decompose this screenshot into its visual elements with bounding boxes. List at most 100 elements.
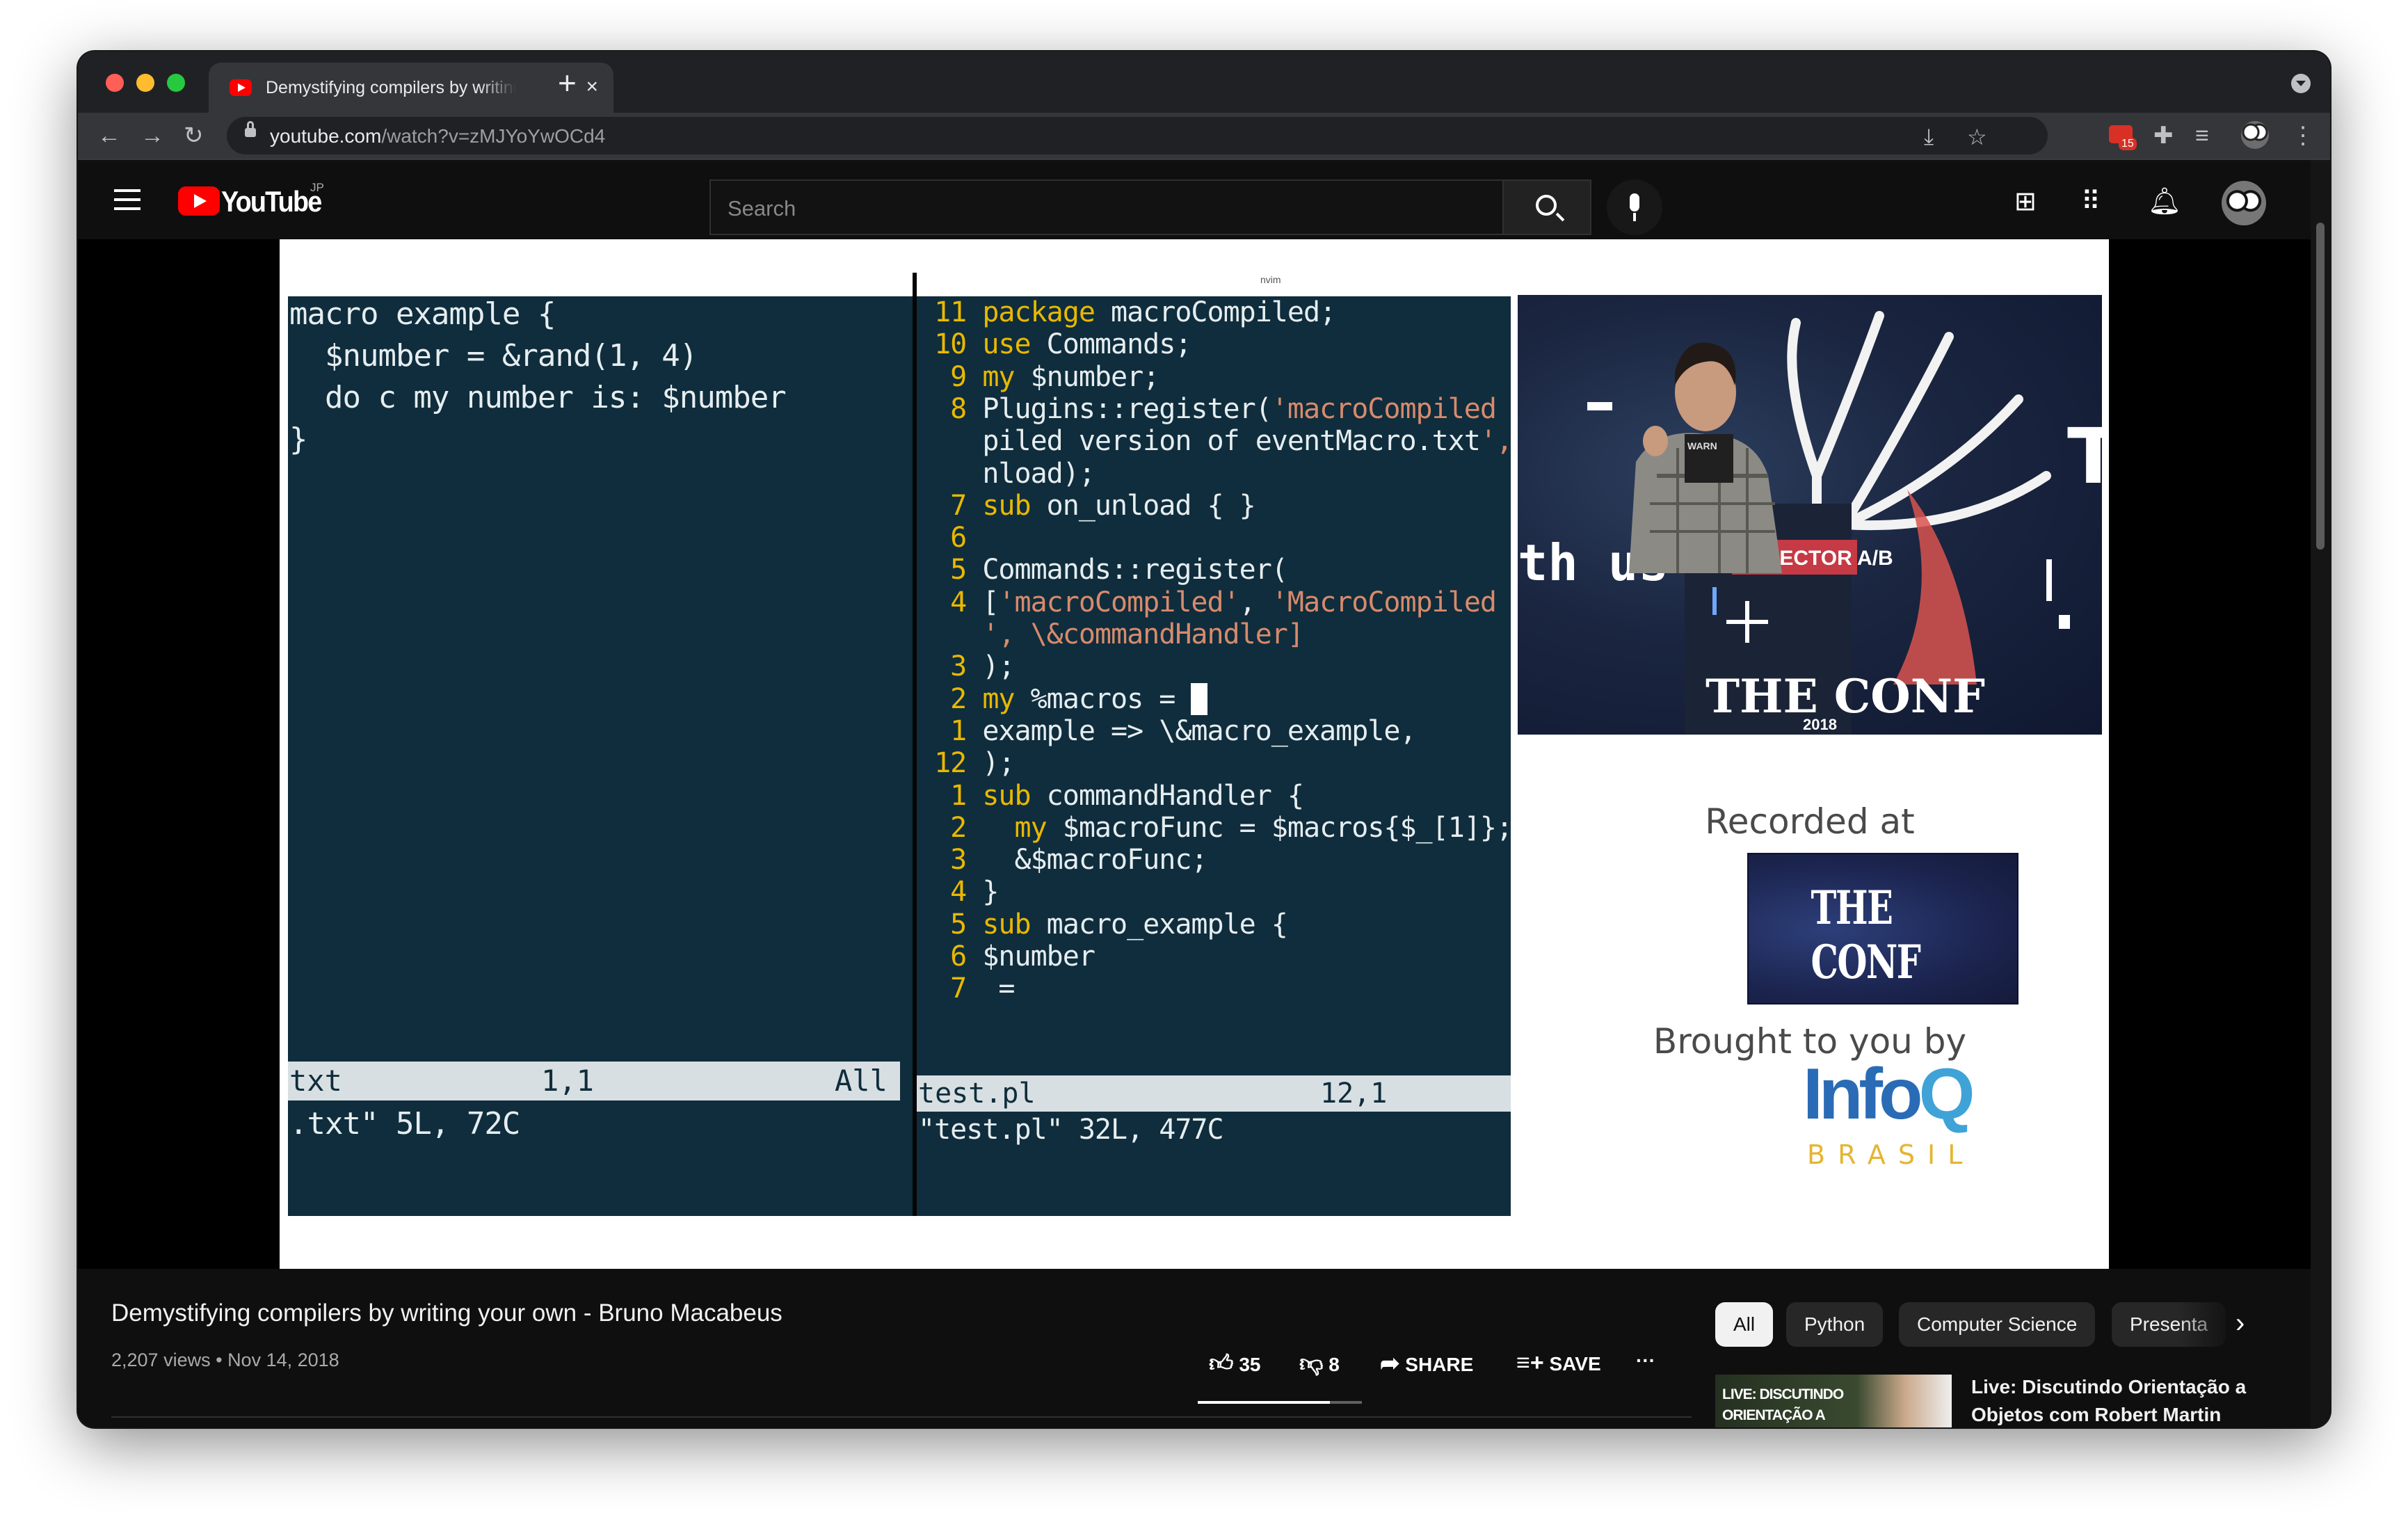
right-code-line: 9 my $number;: [918, 360, 1159, 393]
right-code-line: 3 &$macroFunc;: [918, 844, 1207, 876]
right-code-line: 10 use Commands;: [918, 328, 1191, 361]
speaker-stage-image: SELECTOR A/B THE CONF 2018 th us TI WARN: [1518, 311, 2102, 735]
youtube-header: YouTube JP Search ⊞ ⠿ 🔔︎: [78, 160, 2330, 239]
browser-window: Demystifying compilers by writing your o…: [78, 51, 2330, 1427]
svg-text:WARN: WARN: [1687, 440, 1717, 451]
search-input[interactable]: Search: [709, 179, 1502, 235]
right-code-line: 7 =: [918, 972, 1015, 1005]
right-code-line: 7 sub on_unload { }: [918, 489, 1256, 522]
video-info-area: Demystifying compilers by writing your o…: [78, 1269, 2311, 1427]
youtube-logo-text[interactable]: YouTube: [221, 185, 322, 218]
install-app-icon[interactable]: ⤓: [1924, 124, 1934, 150]
the-conf-logo: THE CONF: [1747, 853, 2018, 1004]
browser-toolbar: ← → ↻ youtube.com/watch?v=zMJYoYwOCd4 ⤓ …: [78, 113, 2330, 160]
thumbs-up-icon: 👍︎: [1209, 1350, 1234, 1377]
like-ratio-bar: [1198, 1401, 1362, 1404]
chevron-right-icon[interactable]: ›: [2236, 1308, 2245, 1339]
chip-all[interactable]: All: [1715, 1302, 1774, 1347]
right-code-line: 1 sub commandHandler {: [918, 779, 1304, 812]
left-code-line: do c my number is: $number: [289, 380, 787, 415]
page-scrollbar[interactable]: [2311, 160, 2330, 1427]
video-title: Demystifying compilers by writing your o…: [111, 1299, 782, 1327]
browser-menu-icon[interactable]: ⋮: [2291, 120, 2315, 152]
terminal-screenshot: nvim macro example { $number = &rand(1, …: [288, 273, 1511, 1216]
maximize-window-button[interactable]: [167, 74, 185, 92]
right-code-line: 6: [918, 522, 983, 554]
right-code-line: 5 Commands::register(: [918, 554, 1288, 586]
right-code-line: 4 }: [918, 876, 999, 908]
infoq-logo: InfoQ: [1803, 1054, 1975, 1135]
new-tab-button[interactable]: +: [558, 67, 577, 99]
right-code-line: ', \&commandHandler]: [982, 618, 1304, 650]
url-text: youtube.com/watch?v=zMJYoYwOCd4: [270, 125, 606, 147]
conference-photo: SELECTOR A/B THE CONF 2018 th us TI WARN: [1518, 295, 2102, 735]
tab-strip: Demystifying compilers by writing your o…: [78, 51, 2330, 113]
create-video-icon[interactable]: ⊞: [2014, 188, 2037, 216]
right-code-line: 2 my %macros =: [918, 682, 1207, 715]
right-message-line: "test.pl" 32L, 477C: [918, 1114, 1224, 1146]
chip-python[interactable]: Python: [1786, 1302, 1884, 1347]
save-playlist-icon: ≡+: [1516, 1350, 1544, 1376]
voice-search-mic-icon[interactable]: [1607, 179, 1662, 235]
lock-icon: [245, 121, 256, 137]
right-code-line: piled version of eventMacro.txt',: [982, 425, 1511, 458]
right-statusline: test.pl 12,1: [917, 1075, 1511, 1112]
recommendation-title[interactable]: Live: Discutindo Orientação a Objetos co…: [1971, 1373, 2263, 1427]
youtube-logo-icon[interactable]: [178, 186, 220, 216]
search-icon: [1536, 195, 1557, 216]
like-button[interactable]: 👍︎ 35: [1209, 1350, 1260, 1378]
account-avatar[interactable]: [2222, 181, 2266, 225]
right-code-line: 11 package macroCompiled;: [918, 296, 1336, 328]
left-statusline: txt 1,1 All: [288, 1062, 900, 1100]
infoq-brasil-label: BRASIL: [1807, 1139, 1975, 1170]
left-code-line: $number = &rand(1, 4): [289, 338, 698, 374]
recommendation-thumbnail[interactable]: LIVE: DISCUTINDO ORIENTAÇÃO A: [1715, 1375, 1952, 1427]
region-code: JP: [310, 181, 324, 194]
left-code-line: macro example {: [289, 296, 556, 332]
reading-list-icon[interactable]: ≡: [2195, 120, 2209, 152]
right-code-line: 1 example => \&macro_example,: [918, 714, 1416, 747]
video-meta: 2,207 views • Nov 14, 2018: [111, 1350, 339, 1370]
left-message-line: .txt" 5L, 72C: [289, 1106, 520, 1142]
hamburger-menu-icon[interactable]: [114, 189, 141, 210]
tab-search-icon[interactable]: [2291, 74, 2311, 93]
address-bar[interactable]: youtube.com/watch?v=zMJYoYwOCd4 ⤓ ☆: [227, 117, 2048, 154]
svg-text:2018: 2018: [1803, 716, 1837, 733]
right-code-line: 6 $number: [918, 940, 1095, 972]
reload-icon[interactable]: ↻: [184, 120, 204, 152]
profile-avatar[interactable]: [2241, 121, 2269, 149]
extensions-puzzle-icon[interactable]: ✚: [2153, 120, 2174, 152]
more-actions-button[interactable]: ···: [1636, 1350, 1655, 1372]
right-code-line: nload);: [982, 457, 1095, 490]
search-button[interactable]: [1502, 179, 1591, 235]
tab-title: Demystifying compilers by writing your o…: [266, 78, 516, 97]
chip-computer-science[interactable]: Computer Science: [1899, 1302, 2096, 1347]
right-code-line: 2 my $macroFunc = $macros{$_[1]};: [918, 811, 1511, 844]
save-button[interactable]: ≡+ SAVE: [1516, 1350, 1601, 1377]
right-code-line: 5 sub macro_example {: [918, 908, 1288, 940]
left-code-line: }: [289, 422, 307, 457]
right-code-line: 8 Plugins::register('macroCompiled: [918, 392, 1497, 425]
thumbs-down-icon: 👎︎: [1299, 1350, 1324, 1377]
bookmark-star-icon[interactable]: ☆: [1967, 124, 1987, 150]
svg-text:THE CONF: THE CONF: [1705, 669, 1985, 723]
scrollbar-thumb[interactable]: [2316, 223, 2325, 550]
share-arrow-icon: ➦: [1380, 1350, 1400, 1377]
presentation-slide: nvim macro example { $number = &rand(1, …: [280, 239, 2109, 1269]
forward-icon[interactable]: →: [141, 120, 164, 152]
apps-grid-icon[interactable]: ⠿: [2081, 188, 2101, 216]
video-player[interactable]: nvim macro example { $number = &rand(1, …: [78, 239, 2311, 1269]
back-icon[interactable]: ←: [97, 120, 121, 152]
dislike-button[interactable]: 👎︎ 8: [1299, 1350, 1340, 1378]
svg-text:TI: TI: [2067, 412, 2102, 501]
extension-badge: 15: [2119, 138, 2137, 150]
right-code-line: 12 );: [918, 747, 1015, 780]
recorded-at-label: Recorded at: [1705, 801, 1915, 842]
notifications-bell-icon[interactable]: 🔔︎: [2148, 188, 2181, 216]
close-window-button[interactable]: [106, 74, 124, 92]
tab-close-icon[interactable]: ×: [586, 75, 598, 99]
nvim-title: nvim: [1260, 274, 1281, 285]
share-button[interactable]: ➦ SHARE: [1380, 1350, 1473, 1377]
minimize-window-button[interactable]: [136, 74, 154, 92]
browser-tab[interactable]: Demystifying compilers by writing your o…: [209, 63, 613, 113]
